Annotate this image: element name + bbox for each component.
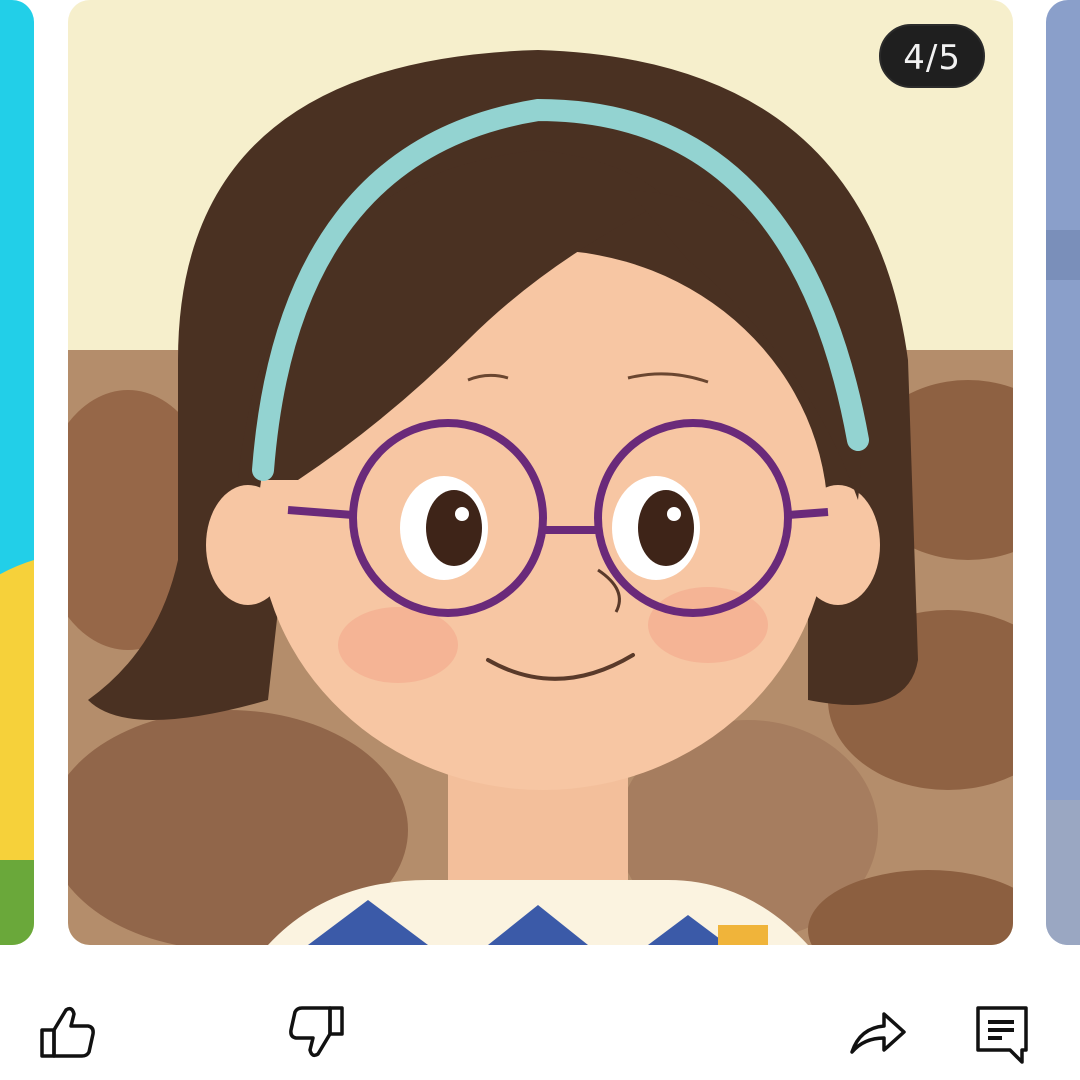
- comment-button[interactable]: [970, 1000, 1034, 1064]
- slideshow-viewer: 4/5: [0, 0, 1080, 1080]
- comment-icon: [976, 1006, 1028, 1064]
- cartoon-girl-image: [68, 0, 1013, 945]
- dislike-button[interactable]: [284, 1000, 348, 1064]
- next-image: [1046, 0, 1080, 945]
- share-arrow-icon: [850, 1012, 906, 1054]
- next-image-card[interactable]: [1046, 0, 1080, 945]
- previous-image-card[interactable]: [0, 0, 34, 945]
- thumbs-down-icon: [289, 1006, 344, 1058]
- action-bar: [0, 990, 1080, 1070]
- share-button[interactable]: [846, 1000, 910, 1064]
- thumbs-up-icon: [40, 1006, 95, 1058]
- like-button[interactable]: [36, 1000, 100, 1064]
- current-image-card[interactable]: 4/5: [68, 0, 1013, 945]
- slide-counter: 4/5: [879, 24, 985, 88]
- previous-image: [0, 0, 34, 945]
